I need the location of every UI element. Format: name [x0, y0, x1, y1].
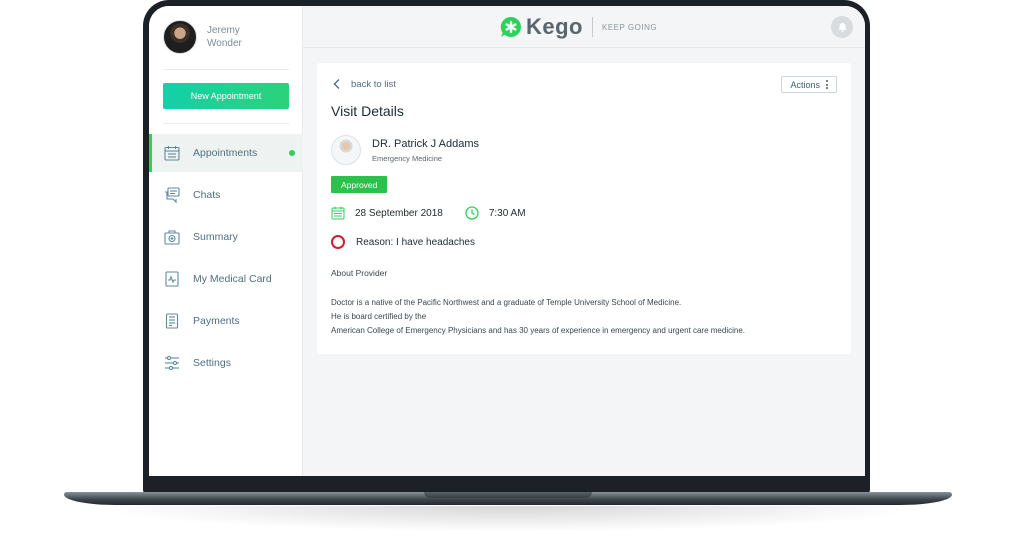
sidebar: Jeremy Wonder New Appointment Appointmen… — [149, 6, 303, 476]
appointment-time: 7:30 AM — [488, 207, 526, 219]
doctor-name: DR. Patrick J Addams — [372, 137, 479, 150]
chat-icon — [163, 186, 181, 204]
doctor-avatar — [331, 135, 361, 165]
actions-label: Actions — [790, 79, 820, 90]
main-content: Kego KEEP GOING back to list Actions Vis… — [303, 6, 865, 476]
sidebar-divider — [163, 123, 289, 124]
receipt-icon — [163, 312, 181, 330]
bell-icon — [837, 22, 847, 32]
status-badge: Approved — [331, 176, 388, 193]
laptop-notch — [424, 492, 592, 498]
sidebar-item-payments[interactable]: Payments — [149, 302, 303, 340]
reason-circle-icon — [331, 235, 345, 249]
brand-tagline: KEEP GOING — [602, 22, 658, 32]
back-label: back to list — [351, 78, 396, 90]
appointment-datetime: 28 September 2018 7:30 AM — [331, 206, 526, 220]
laptop-shadow — [90, 506, 930, 532]
about-provider-heading: About Provider — [331, 268, 388, 278]
sidebar-nav: Appointments Chats Summary My Medical Ca… — [149, 134, 303, 386]
sidebar-item-appointments[interactable]: Appointments — [149, 134, 303, 172]
sidebar-item-chats[interactable]: Chats — [149, 176, 303, 214]
sidebar-divider — [163, 69, 289, 70]
sidebar-item-label: Chats — [193, 189, 221, 201]
top-bar: Kego KEEP GOING — [303, 6, 865, 48]
visit-reason: Reason: I have headaches — [331, 235, 475, 249]
brand-logo[interactable]: Kego KEEP GOING — [499, 14, 657, 40]
calendar-icon — [331, 206, 345, 220]
page-title: Visit Details — [331, 103, 404, 119]
about-line: He is board certified by the — [331, 312, 427, 321]
new-appointment-button[interactable]: New Appointment — [163, 83, 289, 109]
visit-details-card: back to list Actions Visit Details DR. P… — [317, 63, 851, 354]
user-avatar[interactable] — [163, 20, 197, 54]
kebab-menu-icon — [826, 80, 828, 89]
about-line: American College of Emergency Physicians… — [331, 326, 745, 335]
about-line: Doctor is a native of the Pacific Northw… — [331, 298, 682, 307]
sidebar-item-label: Summary — [193, 231, 238, 243]
user-profile[interactable]: Jeremy Wonder — [163, 20, 267, 54]
actions-button[interactable]: Actions — [781, 76, 837, 93]
back-to-list-link[interactable]: back to list — [331, 78, 396, 90]
calendar-icon — [163, 144, 181, 162]
app-screen: Jeremy Wonder New Appointment Appointmen… — [149, 6, 865, 476]
appointment-date: 28 September 2018 — [355, 207, 443, 219]
reason-text: Reason: I have headaches — [356, 236, 475, 248]
user-name: Jeremy Wonder — [207, 25, 242, 49]
sidebar-item-label: Settings — [193, 357, 231, 369]
about-provider-text: Doctor is a native of the Pacific Northw… — [331, 296, 831, 338]
kego-logo-icon — [500, 16, 521, 38]
sidebar-item-summary[interactable]: Summary — [149, 218, 303, 256]
sidebar-item-label: Payments — [193, 315, 240, 327]
sidebar-item-medical-card[interactable]: My Medical Card — [149, 260, 303, 298]
sidebar-item-label: Appointments — [193, 147, 258, 159]
notifications-button[interactable] — [831, 16, 853, 38]
active-indicator-dot — [289, 150, 295, 156]
logo-divider — [592, 17, 593, 37]
medical-kit-icon — [163, 228, 181, 246]
sliders-icon — [163, 354, 181, 372]
doctor-info: DR. Patrick J Addams Emergency Medicine — [331, 135, 479, 165]
medical-card-icon — [163, 270, 181, 288]
sidebar-item-settings[interactable]: Settings — [149, 344, 303, 382]
chevron-left-icon — [333, 79, 340, 89]
clock-icon — [465, 206, 479, 220]
doctor-specialty: Emergency Medicine — [372, 153, 443, 163]
brand-name: Kego — [526, 14, 583, 39]
sidebar-item-label: My Medical Card — [193, 273, 272, 285]
